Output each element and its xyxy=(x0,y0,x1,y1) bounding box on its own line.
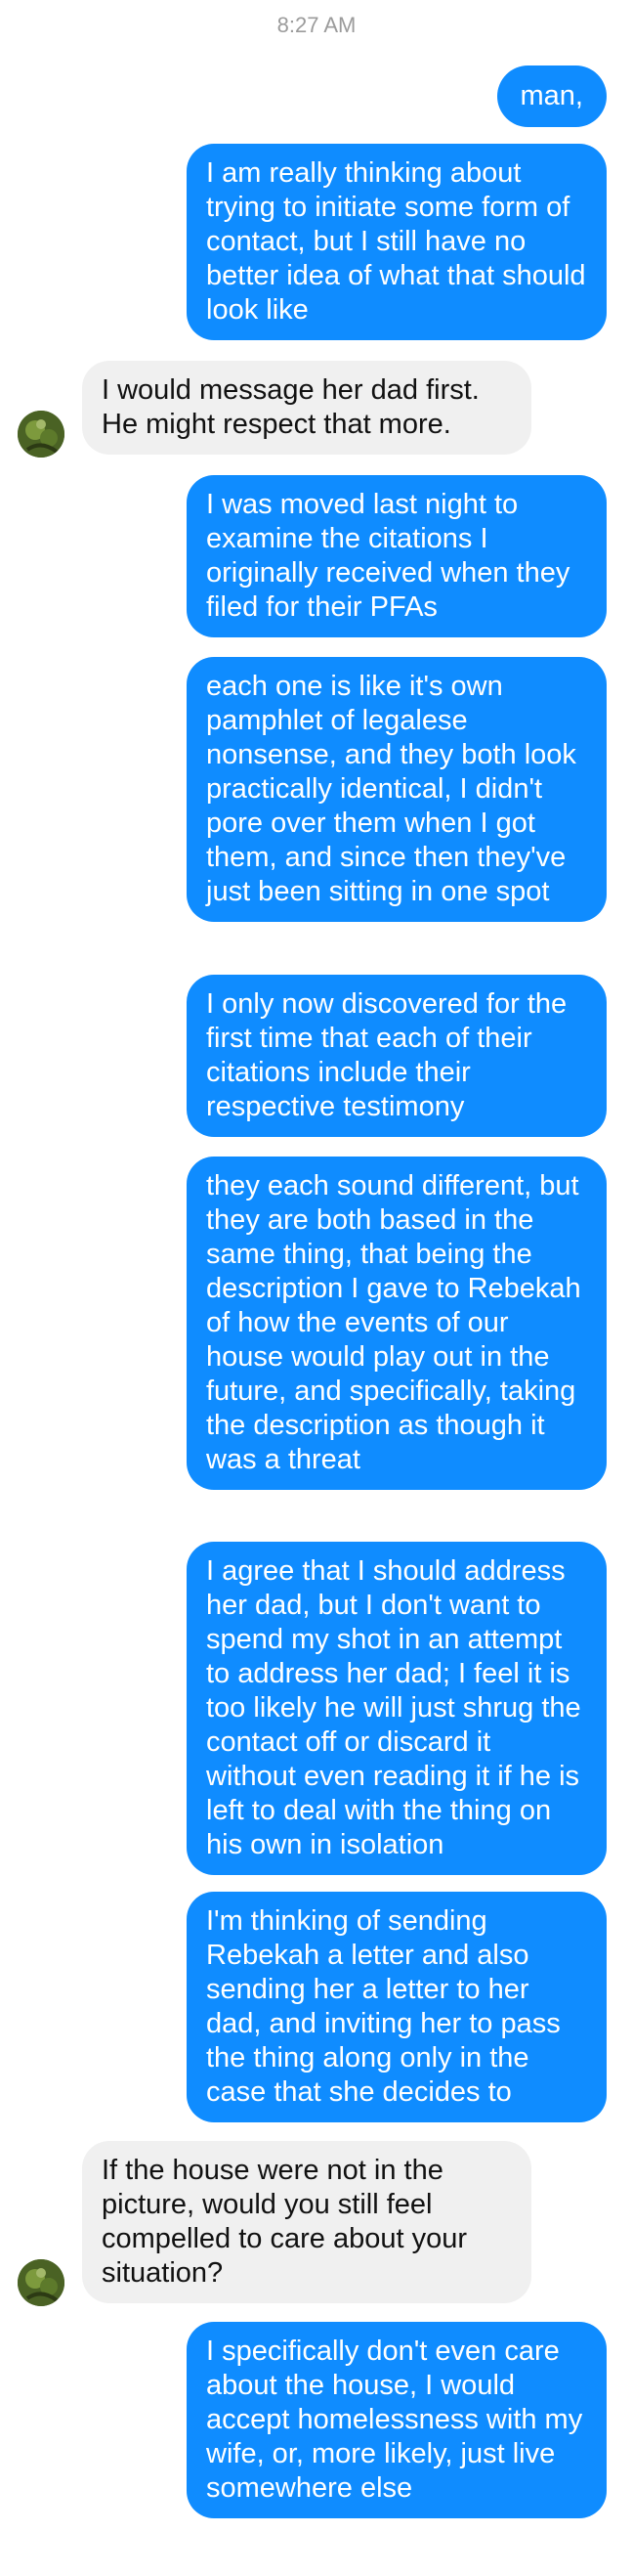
contact-avatar[interactable] xyxy=(18,411,64,458)
outgoing-message[interactable]: I am really thinking about trying to ini… xyxy=(187,144,607,340)
outgoing-message[interactable]: each one is like it's own pamphlet of le… xyxy=(187,657,607,922)
timestamp: 8:27 AM xyxy=(276,13,357,37)
incoming-message[interactable]: I would message her dad first. He might … xyxy=(82,361,531,455)
outgoing-message[interactable]: they each sound different, but they are … xyxy=(187,1157,607,1490)
outgoing-message[interactable]: I agree that I should address her dad, b… xyxy=(187,1542,607,1875)
incoming-message[interactable]: If the house were not in the picture, wo… xyxy=(82,2141,531,2303)
outgoing-message[interactable]: I was moved last night to examine the ci… xyxy=(187,475,607,637)
contact-avatar[interactable] xyxy=(18,2259,64,2306)
outgoing-message[interactable]: I specifically don't even care about the… xyxy=(187,2322,607,2518)
outgoing-message[interactable]: I'm thinking of sending Rebekah a letter… xyxy=(187,1892,607,2122)
outgoing-message[interactable]: man, xyxy=(496,65,607,127)
outgoing-message[interactable]: I only now discovered for the first time… xyxy=(187,975,607,1137)
